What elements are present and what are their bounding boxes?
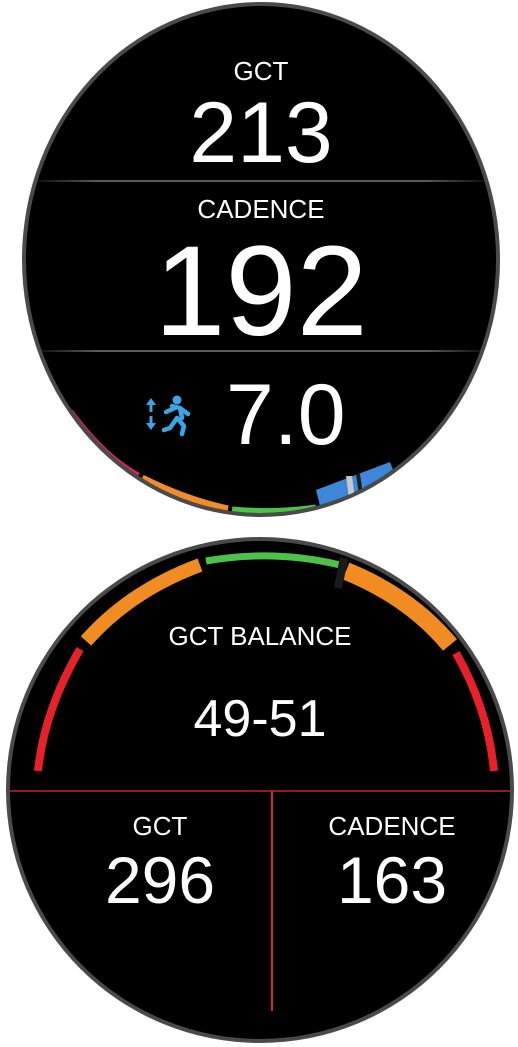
right-cadence-label: CADENCE	[328, 811, 456, 841]
watch-face-bottom: GCT BALANCE 49-51 GCT 296 CADENCE 163	[6, 537, 514, 1043]
gct-balance-value: 49-51	[193, 690, 327, 748]
zone-2-arc	[140, 474, 229, 513]
zone-3-arc	[231, 504, 317, 513]
zone-5-arc	[396, 407, 473, 477]
balance-green-arc	[205, 552, 341, 569]
watch-face-top: GCT 213 CADENCE 192 7.0	[22, 2, 500, 517]
gct-balance-label: GCT BALANCE	[168, 621, 352, 651]
balance-gauge	[10, 552, 510, 1011]
right-cadence-value: 163	[336, 843, 448, 917]
left-gct-label: GCT	[132, 811, 188, 841]
left-gct-value: 296	[104, 843, 216, 917]
zone-1-arc	[67, 409, 140, 480]
zone-gauge	[67, 407, 473, 513]
